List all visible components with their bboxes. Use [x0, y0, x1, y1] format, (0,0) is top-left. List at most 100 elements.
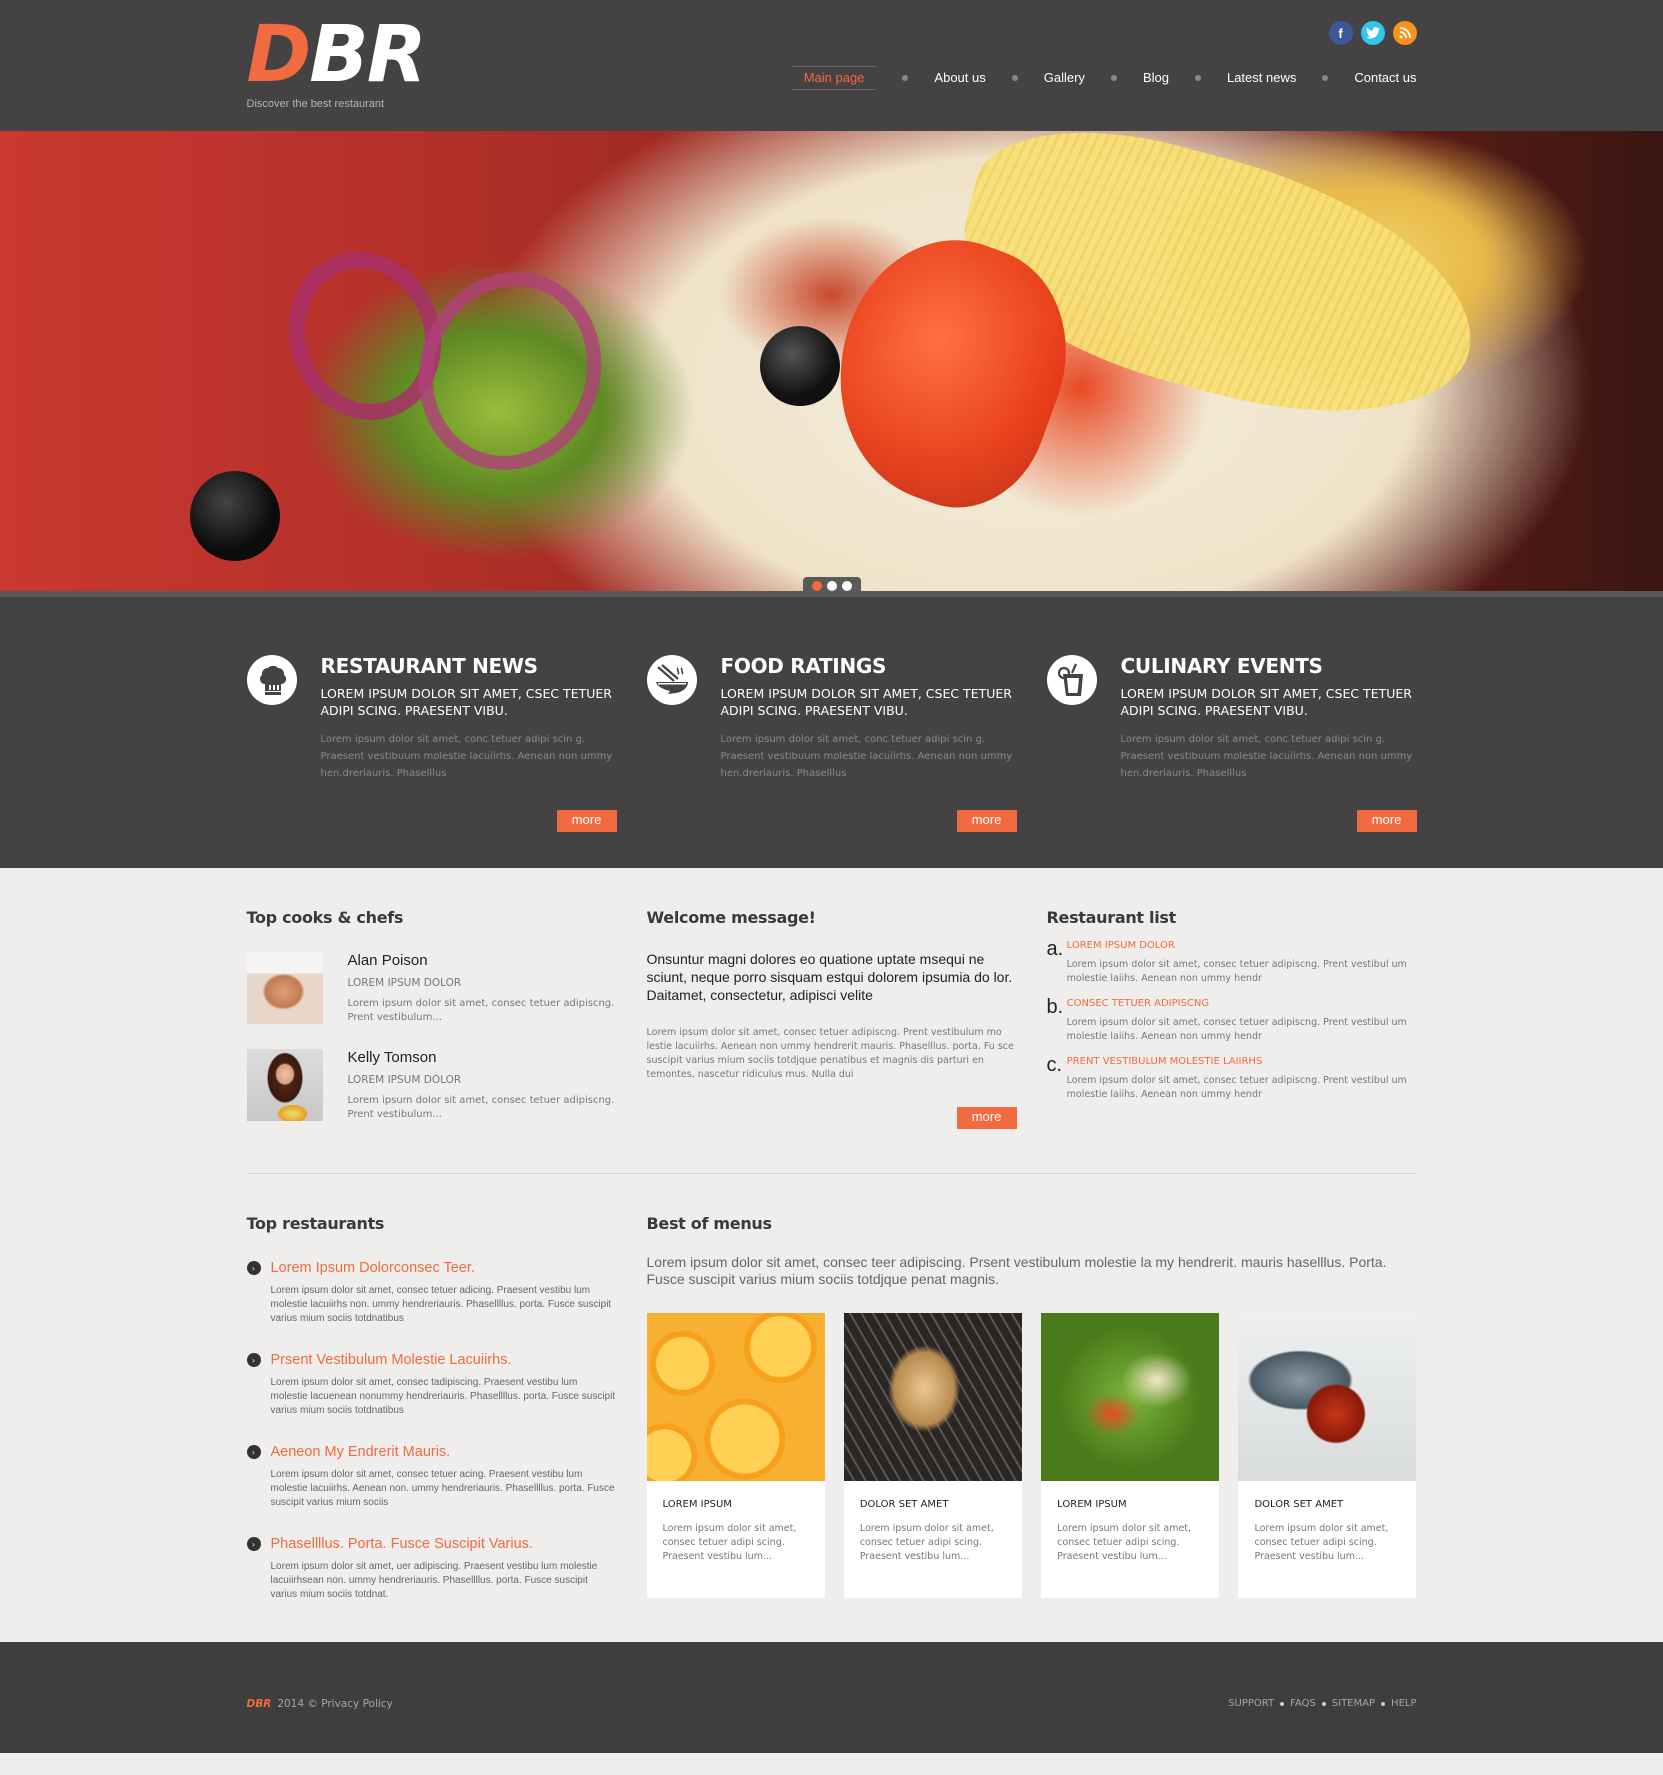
- nav-about-us[interactable]: About us: [934, 67, 985, 89]
- chef-role: LOREM IPSUM DOLOR: [347, 1074, 462, 1086]
- more-button[interactable]: more: [1356, 810, 1417, 832]
- restaurant-item: › Prsent Vestibulum Molestie Lacuiirhs. L…: [246, 1352, 617, 1418]
- rss-icon[interactable]: [1392, 21, 1417, 45]
- social-links: f: [1328, 21, 1417, 45]
- nav-main-page[interactable]: Main page: [791, 66, 877, 90]
- list-item-title[interactable]: PRENT VESTIBULUM MOLESTIE LAIIRHS: [1067, 1055, 1417, 1069]
- chef-text: Lorem ipsum dolor sit amet, consec tetue…: [347, 998, 615, 1023]
- section-title: Best of menus: [646, 1214, 773, 1233]
- list-item-text: Lorem ipsum dolor sit amet, consec tetue…: [1066, 959, 1407, 984]
- restaurant-list-item: a. LOREM IPSUM DOLOR Lorem ipsum dolor s…: [1047, 939, 1417, 986]
- nav-separator: [1322, 75, 1329, 81]
- restaurant-item: › Aeneon My Endrerit Mauris. Lorem ipsum …: [246, 1444, 617, 1510]
- menu-image-salad: [1041, 1313, 1220, 1481]
- menu-text: Lorem ipsum dolor sit amet, consec tetue…: [662, 1523, 797, 1562]
- restaurant-text: Lorem ipsum dolor sit amet, consec tetue…: [270, 1469, 615, 1508]
- welcome-lead: Onsuntur magni dolores eo quatione uptat…: [646, 951, 1013, 1003]
- section-title: Restaurant list: [1046, 908, 1177, 927]
- slider-dot-3[interactable]: [842, 581, 852, 591]
- section-title: Welcome message!: [646, 908, 816, 927]
- restaurant-list: Restaurant list a. LOREM IPSUM DOLOR Lor…: [1047, 908, 1417, 1129]
- nav-separator: [1011, 75, 1018, 81]
- menus-intro: Lorem ipsum dolor sit amet, consec teer …: [646, 1254, 1387, 1287]
- feature-text: Lorem ipsum dolor sit amet, conc tetuer …: [320, 734, 613, 779]
- restaurant-item: › Phasellllus. Porta. Fusce Suscipit Vari…: [246, 1536, 617, 1602]
- restaurant-title[interactable]: Prsent Vestibulum Molestie Lacuiirhs.: [271, 1352, 512, 1368]
- chef-name[interactable]: Alan Poison: [348, 952, 617, 970]
- chevron-right-icon: ›: [246, 1261, 261, 1275]
- nav-latest-news[interactable]: Latest news: [1227, 67, 1296, 89]
- main-content: Top cooks & chefs Alan Poison LOREM IPSU…: [0, 868, 1663, 1642]
- chef-text: Lorem ipsum dolor sit amet, consec tetue…: [347, 1095, 615, 1120]
- footer-link-support[interactable]: SUPPORT: [1228, 1698, 1274, 1709]
- menu-card[interactable]: DOLOR SET AMET Lorem ipsum dolor sit ame…: [843, 1313, 1022, 1598]
- feature-subtitle: LOREM IPSUM DOLOR SIT AMET, CSEC TETUER …: [720, 686, 1012, 718]
- footer-link-help[interactable]: HELP: [1391, 1698, 1416, 1709]
- feature-subtitle: LOREM IPSUM DOLOR SIT AMET, CSEC TETUER …: [1120, 686, 1412, 718]
- logo-mark: DBR: [246, 10, 427, 100]
- section-title: Top restaurants: [246, 1214, 385, 1233]
- hero-image-olive: [190, 471, 280, 561]
- chef-name[interactable]: Kelly Tomson: [348, 1049, 617, 1067]
- menu-card[interactable]: LOREM IPSUM Lorem ipsum dolor sit amet, …: [1041, 1313, 1220, 1598]
- chef-hat-icon: [246, 655, 297, 705]
- facebook-icon[interactable]: f: [1328, 21, 1353, 45]
- nav-separator: [1110, 75, 1117, 81]
- list-item-title[interactable]: LOREM IPSUM DOLOR: [1067, 939, 1417, 953]
- footer-link-sitemap[interactable]: SITEMAP: [1332, 1698, 1375, 1709]
- nav-contact-us[interactable]: Contact us: [1354, 67, 1416, 89]
- slider-dot-1[interactable]: [812, 581, 822, 591]
- features-section: RESTAURANT NEWS LOREM IPSUM DOLOR SIT AM…: [0, 597, 1663, 868]
- hero-slider[interactable]: [0, 131, 1663, 597]
- restaurant-list-item: b. CONSEC TETUER ADIPISCNG Lorem ipsum d…: [1047, 997, 1417, 1044]
- logo[interactable]: DBR Discover the best restaurant: [246, 10, 427, 110]
- footer-links: SUPPORT FAQS SITEMAP HELP: [1228, 1698, 1416, 1709]
- footer-logo[interactable]: DBR: [247, 1698, 272, 1710]
- menu-text: Lorem ipsum dolor sit amet, consec tetue…: [859, 1523, 994, 1562]
- chevron-right-icon: ›: [246, 1537, 261, 1551]
- restaurant-title[interactable]: Phasellllus. Porta. Fusce Suscipit Variu…: [271, 1536, 533, 1552]
- copyright-text[interactable]: 2014 © Privacy Policy: [277, 1698, 392, 1710]
- feature-title: RESTAURANT NEWS: [320, 654, 539, 678]
- chevron-right-icon: ›: [246, 1445, 261, 1459]
- footer-separator: [1321, 1701, 1326, 1706]
- menu-card[interactable]: DOLOR SET AMET Lorem ipsum dolor sit ame…: [1238, 1313, 1417, 1598]
- footer-copyright: DBR 2014 © Privacy Policy: [247, 1698, 393, 1710]
- hero-image-onion: [391, 246, 629, 496]
- feature-title: CULINARY EVENTS: [1120, 654, 1323, 678]
- nav-blog[interactable]: Blog: [1143, 67, 1169, 89]
- restaurant-title[interactable]: Aeneon My Endrerit Mauris.: [271, 1444, 451, 1460]
- list-letter: c.: [1046, 1054, 1063, 1076]
- site-footer: DBR 2014 © Privacy Policy SUPPORT FAQS SI…: [0, 1642, 1663, 1753]
- menu-image-seafood: [1238, 1313, 1417, 1481]
- slider-pager: [803, 577, 861, 597]
- footer-link-faqs[interactable]: FAQS: [1290, 1698, 1316, 1709]
- menu-image-oranges: [646, 1313, 825, 1481]
- more-button[interactable]: more: [556, 810, 617, 832]
- slider-dot-2[interactable]: [827, 581, 837, 591]
- feature-culinary-events: CULINARY EVENTS LOREM IPSUM DOLOR SIT AM…: [1046, 653, 1417, 832]
- section-divider: [246, 1173, 1417, 1174]
- drink-glass-icon: [1046, 655, 1097, 705]
- menu-card[interactable]: LOREM IPSUM Lorem ipsum dolor sit amet, …: [646, 1313, 825, 1598]
- list-letter: a.: [1046, 938, 1064, 960]
- menu-title: LOREM IPSUM: [1057, 1499, 1127, 1510]
- more-button[interactable]: more: [956, 1107, 1017, 1129]
- footer-separator: [1280, 1701, 1285, 1706]
- list-item-title[interactable]: CONSEC TETUER ADIPISCNG: [1067, 997, 1417, 1011]
- bowl-chopsticks-icon: [646, 655, 697, 705]
- restaurant-title[interactable]: Lorem Ipsum Dolorconsec Teer.: [271, 1260, 475, 1276]
- nav-gallery[interactable]: Gallery: [1044, 67, 1085, 89]
- top-restaurants: Top restaurants › Lorem Ipsum Dolorconsec…: [246, 1214, 617, 1602]
- twitter-icon[interactable]: [1360, 21, 1385, 45]
- chef-photo[interactable]: [246, 952, 323, 1024]
- feature-text: Lorem ipsum dolor sit amet, conc tetuer …: [720, 734, 1013, 779]
- feature-text: Lorem ipsum dolor sit amet, conc tetuer …: [1120, 734, 1413, 779]
- chef-item: Alan Poison LOREM IPSUM DOLOR Lorem ipsu…: [246, 952, 617, 1025]
- chef-photo[interactable]: [246, 1049, 323, 1121]
- restaurant-text: Lorem ipsum dolor sit amet, consec tetue…: [270, 1285, 612, 1324]
- chef-role: LOREM IPSUM DOLOR: [347, 977, 462, 989]
- footer-separator: [1381, 1701, 1386, 1706]
- more-button[interactable]: more: [956, 810, 1017, 832]
- list-letter: b.: [1046, 996, 1064, 1018]
